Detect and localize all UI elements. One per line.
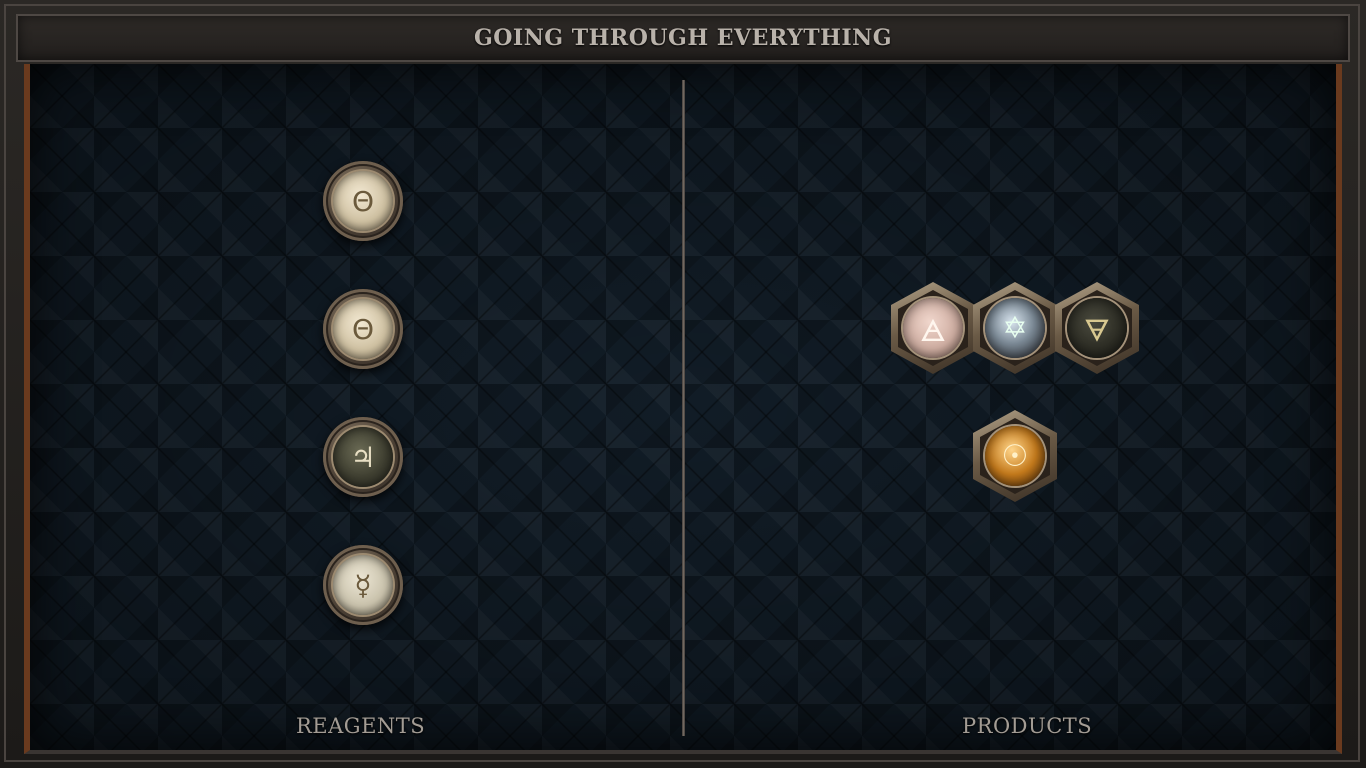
earth-icon: 🜃 [1067, 298, 1127, 358]
mercury-icon: ☿ [333, 555, 393, 615]
products-label: PRODUCTS [962, 714, 1093, 738]
reagent-salt-1[interactable]: Θ [323, 161, 403, 241]
section-divider [682, 80, 685, 736]
salt-icon: Θ [333, 299, 393, 359]
tin-icon: ♃ [333, 427, 393, 487]
product-quintessence-node[interactable]: ✡ [973, 282, 1057, 374]
reagent-salt-2[interactable]: Θ [323, 289, 403, 369]
page-title: GOING THROUGH EVERYTHING [473, 25, 893, 51]
reagents-label: REAGENTS [296, 714, 426, 738]
quintessence-icon: ✡ [985, 298, 1045, 358]
product-gold-node[interactable]: ☉ [973, 410, 1057, 502]
product-air-node[interactable]: 🜁 [891, 282, 975, 374]
puzzle-board: Θ Θ ♃ ☿ REAGENTS 🜁 ✡ 🜃 ☉ PRODUCTS [24, 64, 1342, 754]
air-icon: 🜁 [903, 298, 963, 358]
reagent-mercury[interactable]: ☿ [323, 545, 403, 625]
game-screen: GOING THROUGH EVERYTHING Θ Θ ♃ ☿ REAGENT… [0, 0, 1366, 768]
salt-icon: Θ [333, 171, 393, 231]
product-earth-node[interactable]: 🜃 [1055, 282, 1139, 374]
title-bar: GOING THROUGH EVERYTHING [16, 14, 1350, 62]
reagent-tin[interactable]: ♃ [323, 417, 403, 497]
gold-icon: ☉ [985, 426, 1045, 486]
